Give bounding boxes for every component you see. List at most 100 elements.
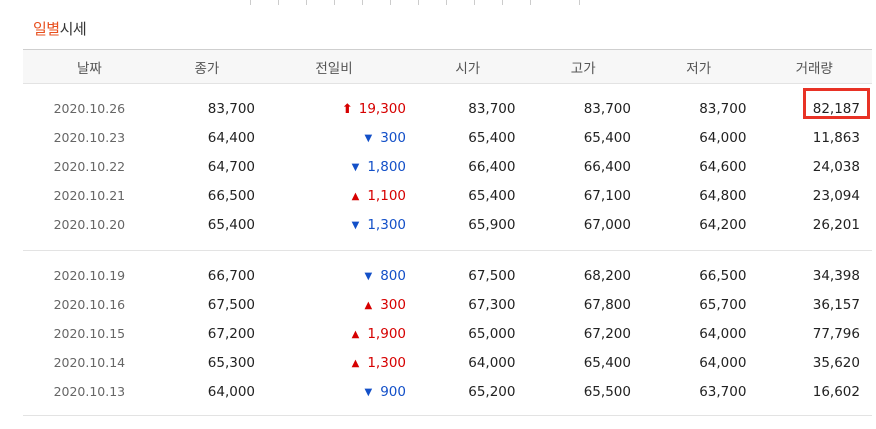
cell-close: 64,000 [207, 383, 256, 400]
cell-change: ▼ 300 [258, 123, 410, 152]
cell-volume: 11,863 [812, 129, 860, 146]
row-spacer [23, 239, 872, 251]
pager-page-link[interactable] [502, 0, 530, 5]
cell-volume: 16,602 [812, 383, 860, 400]
cell-date: 2020.10.16 [53, 297, 126, 312]
up-triangle-icon: ▲ [364, 299, 373, 311]
column-header-volume: 거래량 [795, 60, 833, 77]
section-title-accent: 일별 [33, 20, 60, 38]
pager-top-cutoff [250, 0, 628, 5]
pager-page-link[interactable] [278, 0, 306, 5]
cell-close: 66,500 [207, 187, 256, 204]
pager-page-link[interactable] [334, 0, 362, 5]
cell-open: 66,400 [468, 158, 516, 175]
change-value: 1,300 [367, 216, 406, 233]
cell-volume: 35,620 [812, 354, 860, 371]
change-value: 1,100 [367, 187, 406, 204]
cell-change: ▼ 800 [258, 261, 410, 290]
down-triangle-icon: ▼ [364, 270, 373, 282]
cell-volume: 82,187 [812, 100, 860, 117]
table-row: 2020.10.16 67,500 ▲ 300 67,300 67,800 65,700 36… [23, 290, 872, 319]
cell-close: 67,500 [207, 296, 256, 313]
column-header-date: 날짜 [76, 60, 102, 77]
up-triangle-icon: ▲ [351, 328, 360, 340]
table-row: 2020.10.22 64,700 ▼ 1,800 66,400 66,400 64,600… [23, 152, 872, 181]
cell-close: 83,700 [207, 100, 256, 117]
change-value: 800 [380, 267, 406, 284]
cell-date: 2020.10.21 [53, 188, 126, 203]
change-value: 300 [380, 129, 406, 146]
cell-low: 66,500 [699, 267, 747, 284]
cell-low: 64,000 [699, 354, 747, 371]
up-triangle-icon: ▲ [351, 190, 360, 202]
cell-open: 67,300 [468, 296, 516, 313]
cell-change: ▼ 1,300 [258, 210, 410, 239]
cell-high: 65,400 [583, 354, 631, 371]
cell-change: ▼ 1,800 [258, 152, 410, 181]
cell-volume: 26,201 [812, 216, 860, 233]
change-value: 19,300 [358, 100, 406, 117]
cell-open: 65,400 [468, 129, 516, 146]
cell-date: 2020.10.13 [53, 384, 126, 399]
down-triangle-icon: ▼ [351, 161, 360, 173]
cell-low: 64,000 [699, 325, 747, 342]
cell-high: 67,000 [583, 216, 631, 233]
pager-next-link[interactable] [530, 0, 579, 5]
cell-high: 66,400 [583, 158, 631, 175]
down-triangle-icon: ▼ [351, 219, 360, 231]
pager-page-link[interactable] [362, 0, 390, 5]
cell-high: 67,200 [583, 325, 631, 342]
daily-price-table: 날짜 종가 전일비 시가 고가 저가 거래량 2020.10.26 83,700 ⬆… [23, 49, 872, 416]
up-triangle-icon: ▲ [351, 357, 360, 369]
pager-page-link[interactable] [474, 0, 502, 5]
cell-high: 67,100 [583, 187, 631, 204]
cell-low: 64,800 [699, 187, 747, 204]
cell-date: 2020.10.22 [53, 159, 126, 174]
pager-page-link[interactable] [390, 0, 418, 5]
change-value: 300 [380, 296, 406, 313]
cell-open: 83,700 [468, 100, 516, 117]
column-header-high: 고가 [570, 60, 596, 77]
table-row: 2020.10.26 83,700 ⬆ 19,300 83,700 83,700 83,70… [23, 94, 872, 123]
pager-last-link[interactable] [579, 0, 628, 5]
cell-open: 65,400 [468, 187, 516, 204]
row-spacer [23, 84, 872, 95]
change-value: 900 [380, 383, 406, 400]
cell-volume: 24,038 [812, 158, 860, 175]
change-value: 1,900 [367, 325, 406, 342]
cell-date: 2020.10.14 [53, 355, 126, 370]
column-header-low: 저가 [686, 60, 712, 77]
table-row: 2020.10.20 65,400 ▼ 1,300 65,900 67,000 64,200… [23, 210, 872, 239]
cell-low: 83,700 [699, 100, 747, 117]
pager-page-link[interactable] [446, 0, 474, 5]
cell-date: 2020.10.26 [53, 101, 126, 116]
pager-page-link[interactable] [418, 0, 446, 5]
daily-price-page: 일별시세 날짜 종가 전일비 시가 고가 저가 거래량 2020.10.26 83… [0, 0, 876, 429]
table-header-row: 날짜 종가 전일비 시가 고가 저가 거래량 [23, 49, 872, 84]
cell-low: 64,200 [699, 216, 747, 233]
pager-page-link[interactable] [306, 0, 334, 5]
column-header-change: 전일비 [315, 60, 353, 77]
table-row: 2020.10.13 64,000 ▼ 900 65,200 65,500 63,700 16… [23, 377, 872, 406]
cell-volume: 23,094 [812, 187, 860, 204]
column-header-open: 시가 [455, 60, 481, 77]
cell-volume: 77,796 [812, 325, 860, 342]
cell-close: 64,700 [207, 158, 256, 175]
cell-open: 65,900 [468, 216, 516, 233]
cell-close: 65,300 [207, 354, 256, 371]
cell-open: 65,200 [468, 383, 516, 400]
cell-close: 67,200 [207, 325, 256, 342]
cell-open: 65,000 [468, 325, 516, 342]
cell-date: 2020.10.15 [53, 326, 126, 341]
column-header-close: 종가 [194, 60, 220, 77]
cell-close: 65,400 [207, 216, 256, 233]
cell-close: 64,400 [207, 129, 256, 146]
cell-change: ▲ 300 [258, 290, 410, 319]
row-spacer [23, 406, 872, 416]
cell-high: 65,500 [583, 383, 631, 400]
down-triangle-icon: ▼ [364, 386, 373, 398]
upper-limit-arrow-icon: ⬆ [341, 101, 353, 117]
cell-change: ▼ 900 [258, 377, 410, 406]
cell-date: 2020.10.23 [53, 130, 126, 145]
pager-page-link[interactable] [250, 0, 278, 5]
